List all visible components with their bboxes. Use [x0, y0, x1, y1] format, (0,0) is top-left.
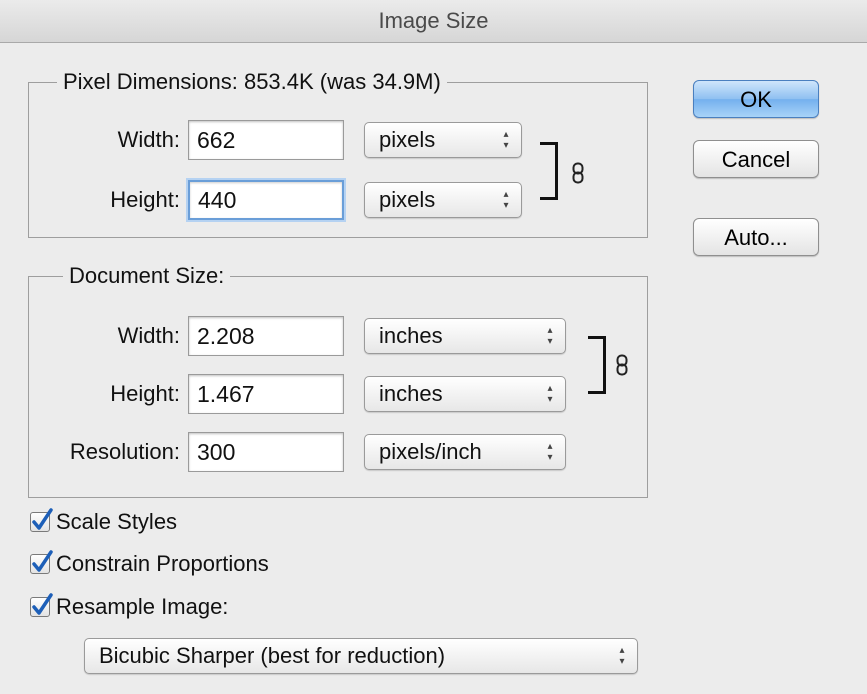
up-down-arrows-icon: ▴ ▾: [547, 441, 553, 463]
cancel-button[interactable]: Cancel: [693, 140, 819, 178]
constrain-proportions-label: Constrain Proportions: [56, 551, 269, 576]
pixel-height-unit-value: pixels: [379, 187, 436, 212]
ok-button[interactable]: OK: [693, 80, 819, 118]
doc-height-unit-select[interactable]: inches ▴ ▾: [364, 376, 566, 412]
doc-width-label: Width:: [117, 323, 180, 348]
doc-height-label: Height:: [110, 381, 180, 406]
constrain-proportions-checkbox[interactable]: Constrain Proportions: [30, 549, 269, 579]
auto-button[interactable]: Auto...: [693, 218, 819, 256]
pixel-width-label: Width:: [117, 127, 180, 152]
up-down-arrows-icon: ▴ ▾: [619, 645, 625, 667]
doc-height-unit-value: inches: [379, 381, 443, 406]
doc-height-input[interactable]: [188, 374, 344, 414]
chain-link-icon: [616, 354, 628, 376]
scale-styles-label: Scale Styles: [56, 509, 178, 534]
pixel-width-unit-value: pixels: [379, 127, 436, 152]
resample-image-label: Resample Image:: [56, 594, 229, 619]
pixel-width-input[interactable]: [188, 120, 344, 160]
pixel-height-label: Height:: [110, 187, 180, 212]
resolution-unit-value: pixels/inch: [379, 439, 482, 464]
window-title: Image Size: [0, 0, 867, 43]
chain-link-icon: [572, 162, 584, 184]
resample-image-checkbox[interactable]: Resample Image:: [30, 592, 228, 622]
doc-constrain-bracket: [588, 336, 606, 394]
doc-width-input[interactable]: [188, 316, 344, 356]
scale-styles-checkbox[interactable]: Scale Styles: [30, 507, 177, 537]
constrain-proportions-box[interactable]: [30, 550, 53, 574]
pixel-dimensions-legend: Pixel Dimensions: 853.4K (was 34.9M): [57, 69, 447, 95]
pixel-width-unit-select[interactable]: pixels ▴ ▾: [364, 122, 522, 158]
resample-method-select[interactable]: Bicubic Sharper (best for reduction) ▴ ▾: [84, 638, 638, 674]
checkmark-icon: [32, 508, 53, 530]
checkmark-icon: [32, 593, 53, 615]
pixel-height-input[interactable]: [188, 180, 344, 220]
resolution-input[interactable]: [188, 432, 344, 472]
up-down-arrows-icon: ▴ ▾: [503, 189, 509, 211]
doc-width-unit-select[interactable]: inches ▴ ▾: [364, 318, 566, 354]
resolution-label: Resolution:: [69, 439, 180, 464]
up-down-arrows-icon: ▴ ▾: [547, 383, 553, 405]
resample-image-box[interactable]: [30, 593, 53, 617]
doc-width-unit-value: inches: [379, 323, 443, 348]
resolution-unit-select[interactable]: pixels/inch ▴ ▾: [364, 434, 566, 470]
pixel-height-unit-select[interactable]: pixels ▴ ▾: [364, 182, 522, 218]
document-size-legend: Document Size:: [63, 263, 231, 289]
up-down-arrows-icon: ▴ ▾: [503, 129, 509, 151]
pixel-constrain-bracket: [540, 142, 558, 200]
checkmark-icon: [32, 550, 53, 572]
resample-method-value: Bicubic Sharper (best for reduction): [99, 643, 446, 668]
scale-styles-box[interactable]: [30, 508, 53, 532]
up-down-arrows-icon: ▴ ▾: [547, 325, 553, 347]
